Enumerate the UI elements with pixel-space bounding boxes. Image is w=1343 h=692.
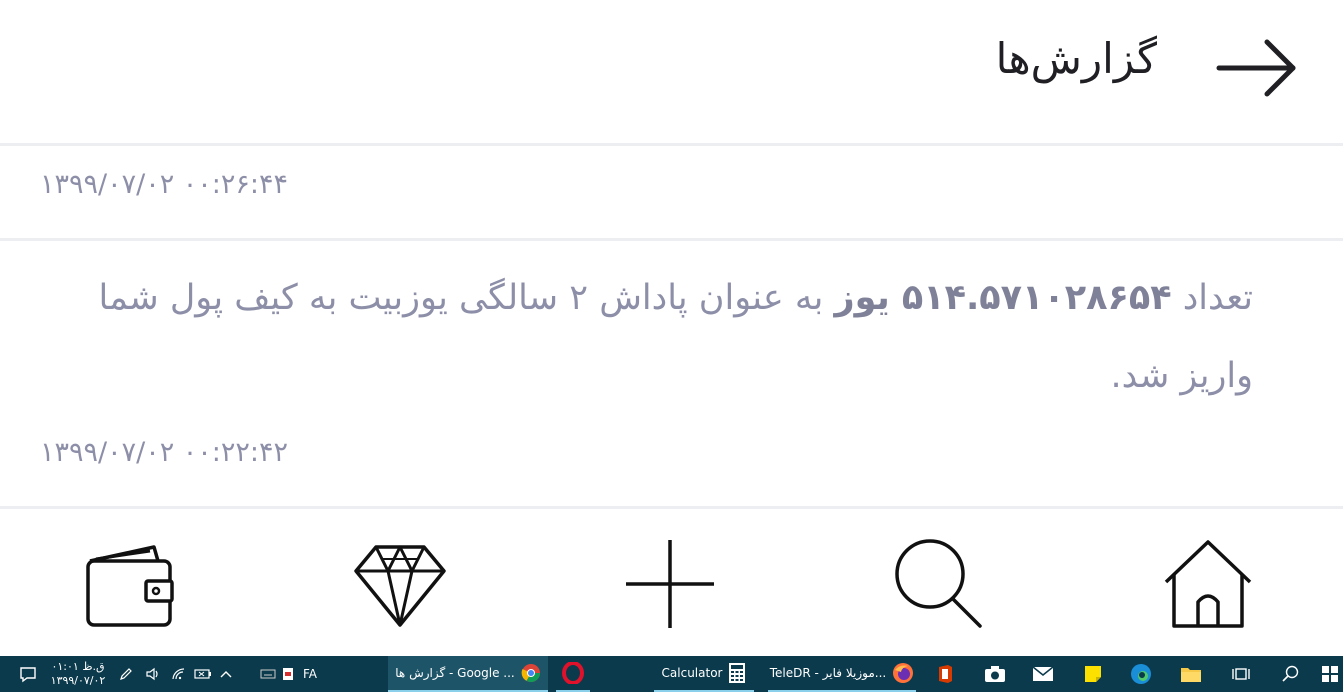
home-icon (1164, 540, 1252, 628)
pdf-icon[interactable] (280, 656, 296, 692)
clock-date: ۱۳۹۹/۰۷/۰۲ (50, 674, 106, 687)
report-item: ۱۳۹۹/۰۷/۰۲ ۰۰:۲۶:۴۴ (0, 149, 1343, 241)
wallet-icon (86, 545, 174, 627)
wifi-icon[interactable] (168, 656, 190, 692)
file-explorer-icon[interactable] (1176, 656, 1206, 692)
report-item: تعداد ۵۱۴.۵۷۱۰۲۸۶۵۴ یوز به عنوان پاداش ۲… (0, 241, 1343, 509)
taskbar-app-chrome[interactable]: گزارش ها - Google ... (388, 656, 548, 692)
taskbar-app-calculator[interactable]: Calculator (654, 656, 754, 692)
search-taskbar-icon[interactable] (1276, 656, 1306, 692)
start-button[interactable] (1318, 656, 1342, 692)
back-button[interactable] (1215, 38, 1299, 98)
sticky-notes-icon[interactable] (1078, 656, 1108, 692)
windows-icon (1322, 666, 1338, 682)
plus-icon (626, 540, 714, 628)
notification-icon (20, 667, 36, 683)
report-message: تعداد ۵۱۴.۵۷۱۰۲۸۶۵۴ یوز به عنوان پاداش ۲… (60, 259, 1253, 415)
opera-icon (562, 662, 584, 684)
volume-icon[interactable] (142, 656, 164, 692)
app-screen: گزارش‌ها ۱۳۹۹/۰۷/۰۲ ۰۰:۲۶:۴۴ تعداد ۵۱۴.۵… (0, 0, 1343, 656)
windows-taskbar: ۰۱:۰۱ ق.ظ ۱۳۹۹/۰۷/۰۲ FA گزارش ها - Googl… (0, 656, 1343, 692)
clock-time: ۰۱:۰۱ ق.ظ (51, 660, 105, 673)
nav-add-button[interactable] (622, 536, 718, 632)
nav-diamond-button[interactable] (352, 536, 448, 632)
report-timestamp: ۱۳۹۹/۰۷/۰۲ ۰۰:۲۶:۴۴ (40, 169, 288, 200)
mail-icon[interactable] (1028, 656, 1058, 692)
firefox-icon (893, 663, 914, 683)
edge-icon[interactable] (1126, 656, 1156, 692)
taskbar-app-label: گزارش ها - Google ... (395, 666, 515, 680)
diamond-icon (354, 545, 446, 627)
camera-icon[interactable] (980, 656, 1010, 692)
taskbar-app-label: TeleDR - موزیلا فایر... (769, 666, 887, 680)
header: گزارش‌ها (0, 0, 1343, 146)
page-title: گزارش‌ها (995, 34, 1157, 83)
office-icon[interactable] (930, 656, 960, 692)
taskbar-app-opera[interactable] (556, 656, 590, 692)
report-timestamp: ۱۳۹۹/۰۷/۰۲ ۰۰:۲۲:۴۲ (40, 437, 288, 468)
clock[interactable]: ۰۱:۰۱ ق.ظ ۱۳۹۹/۰۷/۰۲ (46, 656, 110, 692)
search-icon (895, 539, 982, 628)
taskbar-app-firefox[interactable]: TeleDR - موزیلا فایر... (768, 656, 916, 692)
pen-icon[interactable] (116, 656, 136, 692)
task-view-icon[interactable] (1226, 656, 1256, 692)
keyboard-icon[interactable] (258, 656, 278, 692)
nav-wallet-button[interactable] (80, 536, 176, 632)
chrome-icon (521, 664, 540, 683)
message-text-before: تعداد (1171, 278, 1253, 318)
language-indicator[interactable]: FA (298, 656, 322, 692)
nav-search-button[interactable] (892, 536, 988, 632)
reward-amount: ۵۱۴.۵۷۱۰۲۸۶۵۴ یوز (834, 278, 1172, 318)
chevron-up-icon[interactable] (216, 656, 236, 692)
battery-icon[interactable] (192, 656, 214, 692)
calculator-icon (729, 663, 746, 683)
arrow-right-icon (1216, 39, 1296, 97)
bottom-nav (0, 512, 1343, 656)
notifications-button[interactable] (14, 656, 42, 692)
taskbar-app-label: Calculator (661, 666, 723, 680)
nav-home-button[interactable] (1160, 536, 1256, 632)
